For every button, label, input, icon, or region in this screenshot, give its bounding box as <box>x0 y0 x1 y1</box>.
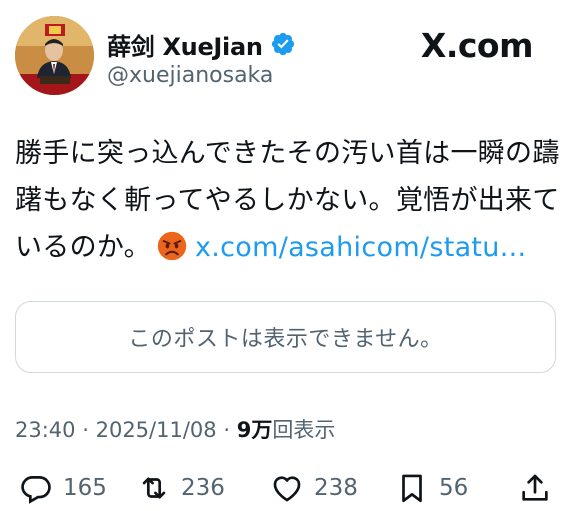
verified-badge-icon[interactable] <box>270 31 296 57</box>
author-display-name[interactable]: 薛剑 XueJian <box>107 27 263 62</box>
bookmark-icon <box>402 474 422 503</box>
views-count[interactable]: 9万 <box>237 418 273 442</box>
reply-count: 165 <box>63 475 107 501</box>
like-button[interactable]: 238 <box>270 468 358 508</box>
brand-label: X.com <box>420 25 534 65</box>
bookmark-button[interactable]: 56 <box>395 468 468 508</box>
quoted-post-unavailable: このポストは表示できません。 <box>15 301 556 373</box>
tweet-text-line: 勝手に突っ込んできたその汚い首は一瞬の躊 <box>15 138 560 169</box>
meta-separator: · <box>223 418 231 442</box>
meta-separator: · <box>82 418 89 442</box>
angry-face-icon <box>157 231 187 261</box>
avatar-image <box>15 16 94 95</box>
author-name-row: 薛剑 XueJian <box>107 27 296 62</box>
tweet-text: 勝手に突っ込んできたその汚い首は一瞬の躊 躇もなく斬ってやるしかない。覚悟が出来… <box>15 130 565 271</box>
repost-icon <box>142 477 166 499</box>
share-button[interactable] <box>518 468 552 508</box>
like-count: 238 <box>314 475 358 501</box>
author-handle[interactable]: @xuejianosaka <box>107 63 273 88</box>
reply-button[interactable]: 165 <box>19 468 107 508</box>
share-icon <box>522 474 548 501</box>
tweet-text-line: いるのか。 <box>15 232 151 263</box>
bookmark-count: 56 <box>439 475 469 501</box>
tweet-card: 薛剑 XueJian @xuejianosaka X.com 勝手に突っ込んでき… <box>0 0 575 511</box>
unavailable-message: このポストは表示できません。 <box>128 327 443 352</box>
brand-logo: X.com <box>420 25 534 65</box>
repost-count: 236 <box>181 475 225 501</box>
tweet-link[interactable]: x.com/asahicom/statu... <box>195 232 526 263</box>
views-label: 回表示 <box>272 418 336 442</box>
tweet-time[interactable]: 23:40 <box>15 418 76 442</box>
avatar[interactable] <box>15 16 94 95</box>
repost-button[interactable]: 236 <box>137 468 225 508</box>
tweet-date[interactable]: 2025/11/08 <box>96 418 217 442</box>
action-bar: 165 236 238 56 <box>15 468 560 508</box>
tweet-text-line-last: いるのか。 x.com/asahicom/statu... <box>15 224 565 271</box>
tweet-meta: 23:40 · 2025/11/08 · 9万回表示 <box>15 414 335 444</box>
heart-icon <box>273 476 301 502</box>
tweet-text-line: 躇もなく斬ってやるしかない。覚悟が出来て <box>15 185 560 216</box>
reply-icon <box>21 476 51 504</box>
